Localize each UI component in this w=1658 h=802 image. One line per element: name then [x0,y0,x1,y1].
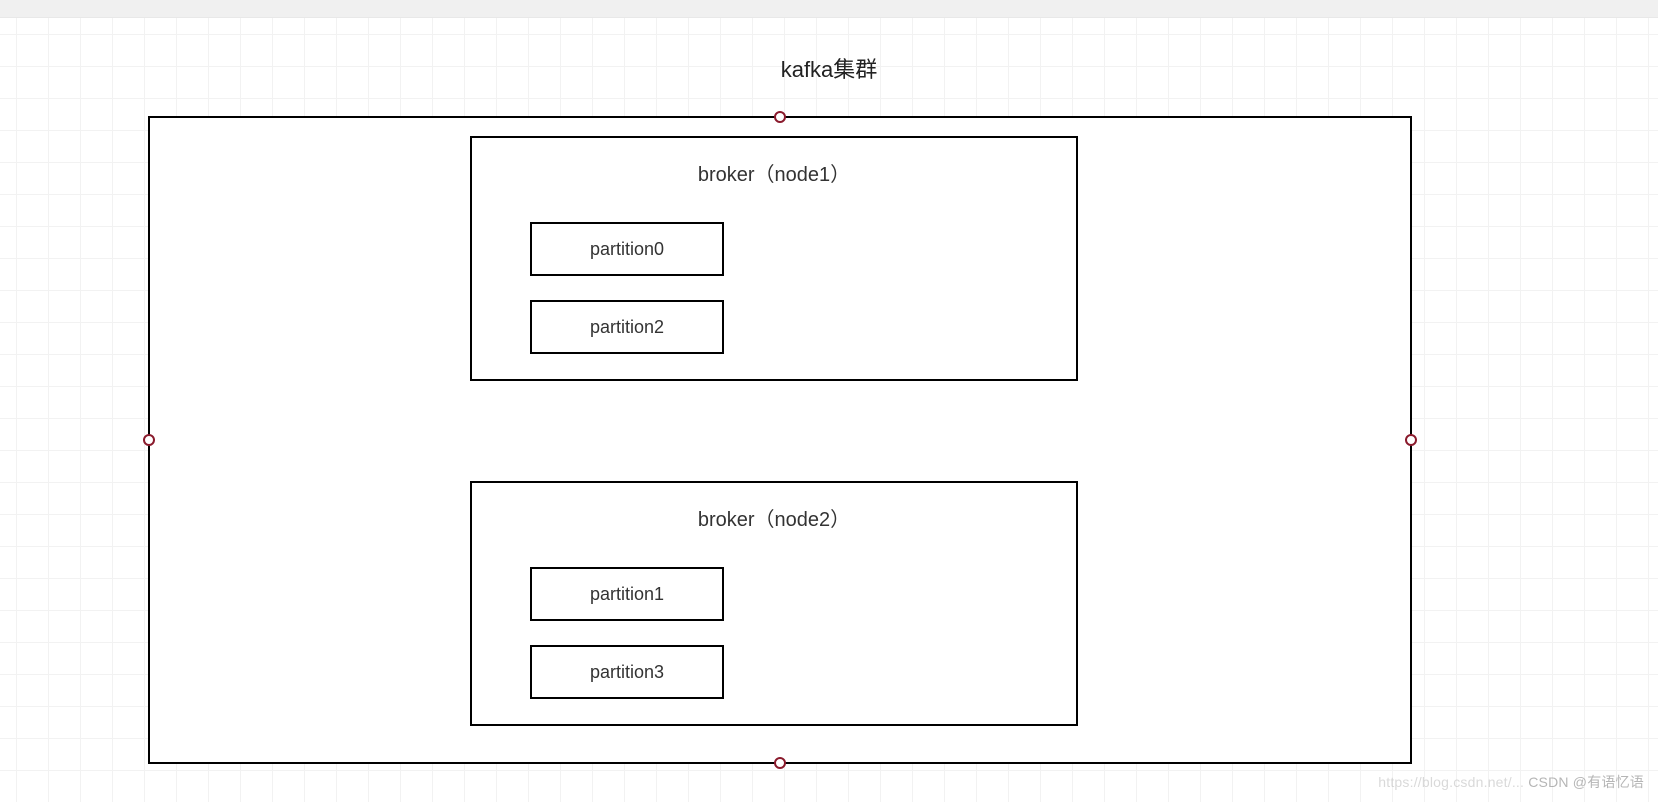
partition0-box[interactable]: partition0 [530,222,724,276]
watermark-author: CSDN @有语忆语 [1528,774,1644,790]
broker-node1-box[interactable]: broker（node1） partition0 partition2 [470,136,1078,381]
partition0-label: partition0 [590,239,664,260]
watermark-text: https://blog.csdn.net/... CSDN @有语忆语 [1378,772,1644,792]
partition1-label: partition1 [590,584,664,605]
selection-handle-icon[interactable] [774,757,786,769]
partition2-box[interactable]: partition2 [530,300,724,354]
selection-handle-icon[interactable] [774,111,786,123]
diagram-title: kafka集群 [0,52,1658,84]
selection-handle-icon[interactable] [1405,434,1417,446]
watermark-url: https://blog.csdn.net/... [1378,774,1524,790]
broker-node2-box[interactable]: broker（node2） partition1 partition3 [470,481,1078,726]
partition1-box[interactable]: partition1 [530,567,724,621]
broker-node2-label: broker（node2） [472,503,1076,532]
partition3-box[interactable]: partition3 [530,645,724,699]
editor-topbar [0,0,1658,18]
diagram-canvas[interactable]: kafka集群 broker（node1） partition0 partiti… [0,18,1658,802]
partition3-label: partition3 [590,662,664,683]
partition2-label: partition2 [590,317,664,338]
broker-node1-label: broker（node1） [472,158,1076,187]
selection-handle-icon[interactable] [143,434,155,446]
